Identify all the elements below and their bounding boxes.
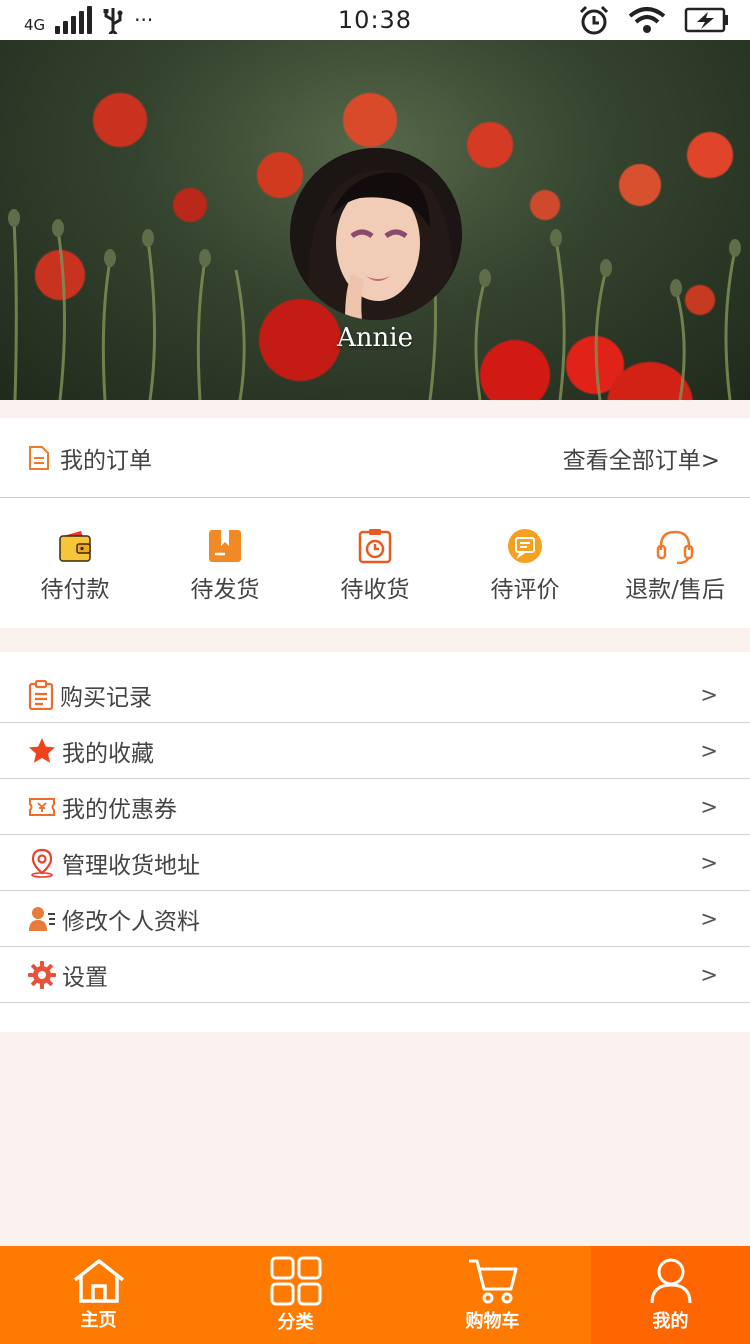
chevron-right-icon: > [700, 794, 718, 819]
bottom-tab-bar: 主页 分类 购物车 我的 [0, 1246, 750, 1344]
chevron-right-icon: > [700, 906, 718, 931]
orders-card: 我的订单 查看全部订单> 待付款 待发货 待收货 待评价 退款/售后 [0, 418, 750, 628]
order-status-pending-receipt[interactable]: 待收货 [300, 522, 450, 604]
menu-item-edit-profile[interactable]: 修改个人资料 > [0, 891, 750, 947]
order-status-label: 待发货 [190, 576, 260, 603]
menu-item-left: 设置 [28, 958, 108, 992]
menu-item-left: 购买记录 [28, 678, 152, 712]
view-all-orders-link[interactable]: 查看全部订单> [563, 441, 720, 475]
network-type: 4G [24, 16, 46, 34]
order-status-pending-shipment[interactable]: 待发货 [150, 522, 300, 604]
document-icon [29, 445, 49, 470]
person-icon [650, 1258, 691, 1304]
menu-item-left: 我的收藏 [28, 734, 154, 768]
user-profile-icon [29, 906, 55, 931]
tab-cart[interactable]: 购物车 [394, 1246, 591, 1344]
comment-icon [508, 528, 542, 563]
coupon-icon [29, 797, 55, 816]
alarm-icon [579, 5, 609, 35]
tab-label: 购物车 [465, 1311, 520, 1332]
order-status-label: 退款/售后 [625, 576, 725, 603]
menu-item-left: 修改个人资料 [28, 902, 200, 936]
menu-item-addresses[interactable]: 管理收货地址 > [0, 835, 750, 891]
tab-categories[interactable]: 分类 [197, 1246, 394, 1344]
avatar-portrait [290, 148, 462, 320]
tab-label: 分类 [277, 1312, 314, 1333]
status-left: 4G ··· [24, 6, 153, 34]
settings-menu: 购买记录 > 我的收藏 > 我的优惠券 > 管理收货地址 > 修改个人资料 > … [0, 652, 750, 1032]
order-status-pending-payment[interactable]: 待付款 [0, 522, 150, 604]
orders-title-group: 我的订单 [28, 441, 152, 475]
status-bar: 4G ··· 10:38 [0, 0, 750, 40]
battery-charging-icon [684, 7, 728, 33]
signal-icon [55, 6, 93, 34]
package-icon [209, 529, 241, 562]
order-status-label: 待付款 [40, 576, 110, 603]
wallet-icon [59, 530, 91, 562]
menu-item-coupons[interactable]: 我的优惠券 > [0, 779, 750, 835]
tab-home[interactable]: 主页 [0, 1246, 197, 1344]
location-pin-icon [31, 848, 53, 878]
avatar[interactable] [290, 148, 462, 320]
chevron-right-icon: > [700, 850, 718, 875]
headset-icon [656, 530, 694, 564]
menu-item-label: 我的优惠券 [62, 796, 177, 823]
tab-profile[interactable]: 我的 [591, 1246, 750, 1344]
chevron-right-icon: > [700, 738, 718, 763]
grid-icon [270, 1256, 321, 1306]
star-icon [29, 737, 55, 763]
menu-item-label: 我的收藏 [62, 740, 154, 767]
menu-item-purchase-history[interactable]: 购买记录 > [0, 652, 750, 723]
user-name: Annie [337, 323, 413, 353]
menu-item-label: 管理收货地址 [62, 852, 200, 879]
cart-icon [468, 1259, 517, 1304]
usb-icon [103, 8, 123, 34]
menu-item-label: 购买记录 [60, 684, 152, 711]
orders-title: 我的订单 [60, 447, 152, 474]
status-right [578, 5, 730, 35]
order-status-refund[interactable]: 退款/售后 [600, 522, 750, 604]
wifi-icon [628, 7, 666, 33]
order-status-pending-review[interactable]: 待评价 [450, 522, 600, 604]
menu-item-favorites[interactable]: 我的收藏 > [0, 723, 750, 779]
chevron-right-icon: > [700, 682, 718, 707]
order-status-row: 待付款 待发货 待收货 待评价 退款/售后 [0, 498, 750, 627]
profile-banner: Annie [0, 40, 750, 400]
clipboard-clock-icon [358, 528, 392, 563]
chevron-right-icon: > [700, 962, 718, 987]
home-icon [73, 1259, 124, 1303]
tab-label: 我的 [652, 1311, 689, 1332]
clipboard-icon [28, 679, 54, 710]
menu-item-label: 修改个人资料 [62, 908, 200, 935]
orders-header[interactable]: 我的订单 查看全部订单> [0, 418, 750, 498]
order-status-label: 待评价 [490, 576, 560, 603]
menu-item-left: 管理收货地址 [28, 846, 200, 880]
tab-label: 主页 [80, 1310, 117, 1331]
order-status-label: 待收货 [340, 576, 410, 603]
menu-item-label: 设置 [62, 964, 108, 991]
more-indicator: ··· [134, 8, 154, 32]
gear-icon [28, 960, 56, 989]
menu-item-settings[interactable]: 设置 > [0, 947, 750, 1003]
menu-item-left: 我的优惠券 [28, 790, 177, 824]
